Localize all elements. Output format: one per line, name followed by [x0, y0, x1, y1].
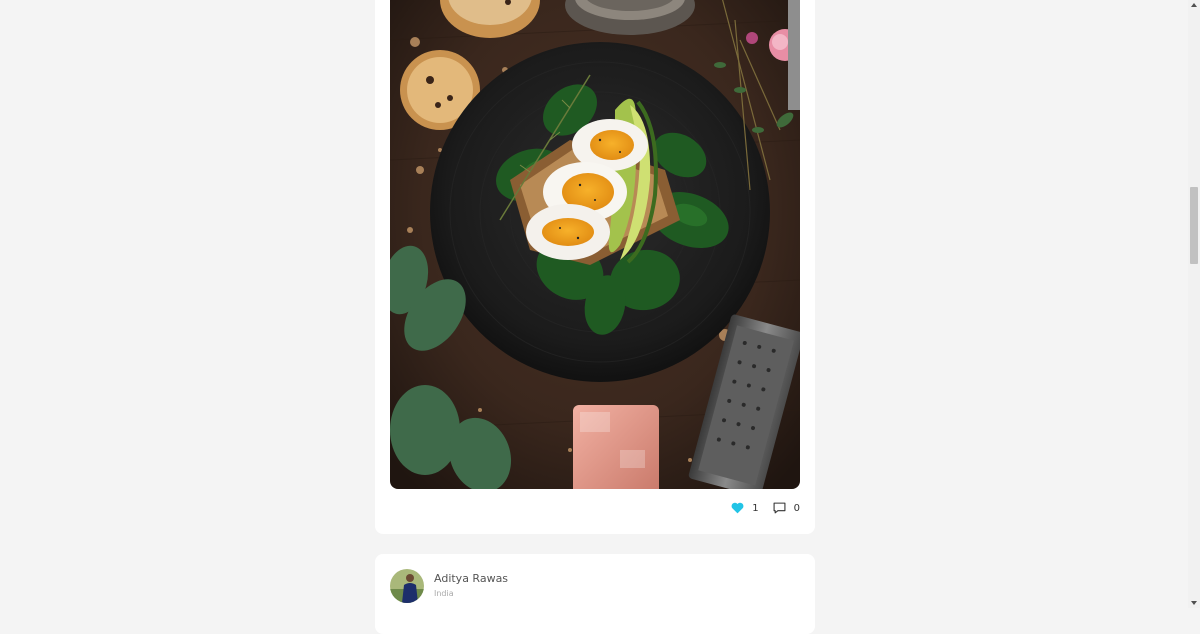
comment-button[interactable]: 0 — [773, 502, 800, 514]
scroll-down-arrow-icon[interactable] — [1191, 601, 1197, 605]
comment-count: 0 — [793, 502, 800, 514]
like-count: 1 — [752, 502, 759, 514]
avatar[interactable] — [390, 569, 424, 603]
like-button[interactable]: 1 — [731, 502, 759, 514]
author-name[interactable]: Aditya Rawas — [434, 572, 508, 586]
author-location: India — [434, 589, 454, 598]
scrollbar[interactable] — [1188, 0, 1200, 608]
post-image[interactable] — [390, 0, 800, 489]
scroll-up-arrow-icon[interactable] — [1191, 3, 1197, 7]
comment-icon — [773, 502, 786, 514]
post-card: Aditya Rawas India — [375, 554, 815, 634]
scroll-thumb[interactable] — [1190, 187, 1198, 264]
post-card: 1 0 — [375, 0, 815, 534]
post-actions: 1 0 — [731, 500, 800, 516]
heart-icon — [731, 502, 744, 514]
post-author: Aditya Rawas India — [390, 569, 508, 603]
